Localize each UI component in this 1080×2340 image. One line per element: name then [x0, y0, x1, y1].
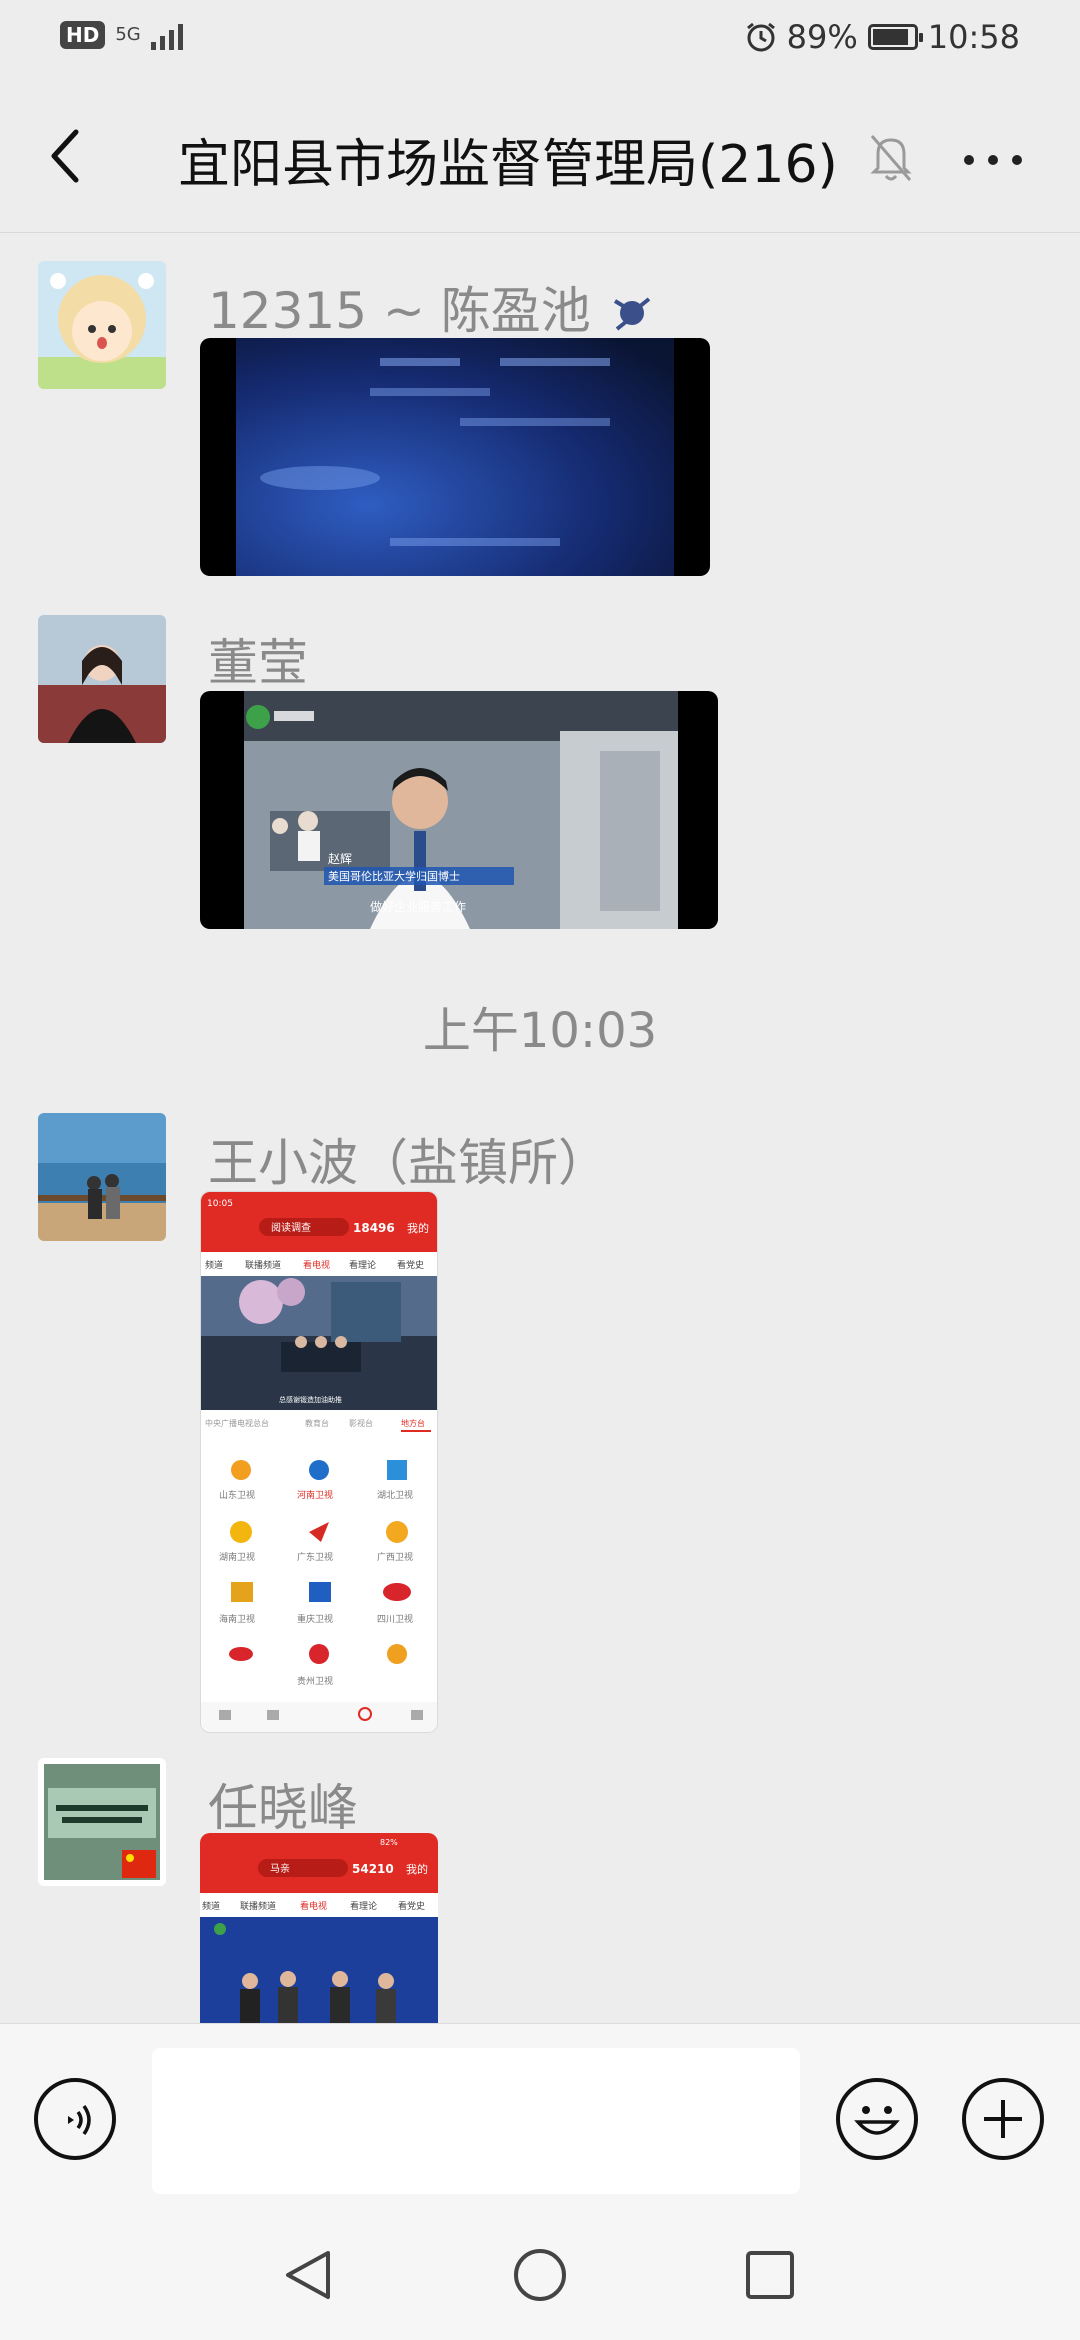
message-list[interactable]: 12315 ~ 陈盈池 董莹 赵辉 美国哥伦比亚大学归国博士 做好企业服务工作 … [0, 233, 1080, 2023]
video-caption-title: 美国哥伦比亚大学归国博士 [328, 869, 460, 883]
channel-name: 广东卫视 [297, 1551, 333, 1563]
nav-home-icon[interactable] [508, 2243, 572, 2307]
channel-name: 重庆卫视 [297, 1613, 333, 1625]
sender-name: 董莹 [208, 634, 308, 692]
plus-icon[interactable] [962, 2078, 1044, 2160]
avatar[interactable] [38, 1758, 166, 1886]
alarm-icon [746, 22, 775, 52]
clock: 10:58 [927, 18, 1020, 56]
hd-badge: HD [60, 21, 106, 49]
shot-tab: 频道 [205, 1259, 223, 1271]
shot-time: 10:05 [207, 1199, 233, 1209]
shot-subtab: 影视台 [349, 1418, 373, 1428]
sender-name: 王小波（盐镇所） [208, 1134, 608, 1192]
sender-name: 任晓峰 [208, 1779, 358, 1837]
channel-name: 河南卫视 [297, 1489, 333, 1501]
status-bar: HD 5G 89% 10:58 [0, 0, 1080, 80]
status-right: 89% 10:58 [745, 18, 1020, 56]
shot-subtab: 地方台 [401, 1418, 425, 1428]
video-subtitle: 做好企业服务工作 [370, 899, 466, 914]
battery-percent: 89% [786, 18, 858, 56]
channel-name: 四川卫视 [377, 1613, 413, 1625]
shot-subtab: 教育台 [305, 1418, 329, 1428]
channel-name: 湖北卫视 [377, 1489, 413, 1501]
shot-tab: 看电视 [303, 1259, 330, 1271]
shot-banner-caption: 总感谢锻造加油助推 [279, 1395, 342, 1404]
video-message[interactable]: 赵辉 美国哥伦比亚大学归国博士 做好企业服务工作 [200, 691, 718, 929]
shot-count: 54210 [352, 1862, 394, 1876]
shot-my: 我的 [406, 1862, 428, 1876]
emoji-icon[interactable] [836, 2078, 918, 2160]
video-message[interactable] [200, 338, 710, 576]
channel-name: 广西卫视 [377, 1551, 413, 1563]
shot-tab: 频道 [202, 1900, 220, 1912]
battery-icon [867, 24, 923, 50]
chat-header: 宜阳县市场监督管理局(216) [0, 80, 1080, 233]
screenshot-message[interactable]: 82% 马亲 54210 我的 频道 联播频道 看电视 看理论 看党史 [200, 1833, 438, 2023]
voice-icon[interactable] [34, 2078, 116, 2160]
shot-search: 阅读调查 [271, 1221, 311, 1234]
system-nav-bar [0, 2213, 1080, 2340]
message-input[interactable] [152, 2048, 800, 2194]
input-bar [0, 2023, 1080, 2214]
shot-tab: 联播频道 [245, 1259, 281, 1271]
mute-bell-icon [870, 135, 912, 181]
nav-back-icon[interactable] [278, 2243, 342, 2307]
more-icon[interactable] [958, 124, 1028, 194]
shot-tab: 看党史 [398, 1900, 425, 1912]
shot-battery: 82% [380, 1838, 398, 1847]
shot-subtab: 中央广播电视总台 [205, 1418, 269, 1428]
shot-my: 我的 [407, 1221, 429, 1235]
shot-count: 18496 [353, 1221, 395, 1235]
network-type: 5G [115, 24, 141, 45]
back-arrow-icon[interactable] [40, 120, 90, 192]
sender-name: 12315 ~ 陈盈池 [208, 271, 657, 343]
signal-icon [150, 20, 183, 50]
channel-name: 贵州卫视 [297, 1675, 333, 1687]
shot-tab: 联播频道 [240, 1900, 276, 1912]
shot-search: 马亲 [270, 1862, 290, 1875]
avatar[interactable] [38, 615, 166, 743]
avatar[interactable] [38, 261, 166, 389]
channel-name: 海南卫视 [219, 1613, 255, 1625]
nav-recents-icon[interactable] [738, 2243, 802, 2307]
shot-tab: 看理论 [349, 1259, 376, 1271]
shot-tab: 看电视 [300, 1900, 327, 1912]
chat-title: 宜阳县市场监督管理局(216) [178, 135, 838, 195]
avatar[interactable] [38, 1113, 166, 1241]
channel-name: 山东卫视 [219, 1489, 255, 1501]
screenshot-message[interactable]: 10:05 阅读调查 18496 我的 频道 联播频道 看电视 看理论 看党史 … [200, 1191, 438, 1733]
channel-name: 湖南卫视 [219, 1551, 255, 1563]
time-divider: 上午10:03 [422, 1003, 658, 1059]
video-caption-name: 赵辉 [328, 852, 352, 866]
shot-tab: 看理论 [350, 1900, 377, 1912]
sticker-icon [613, 296, 650, 331]
status-left: HD 5G [60, 20, 183, 50]
shot-tab: 看党史 [397, 1259, 424, 1271]
